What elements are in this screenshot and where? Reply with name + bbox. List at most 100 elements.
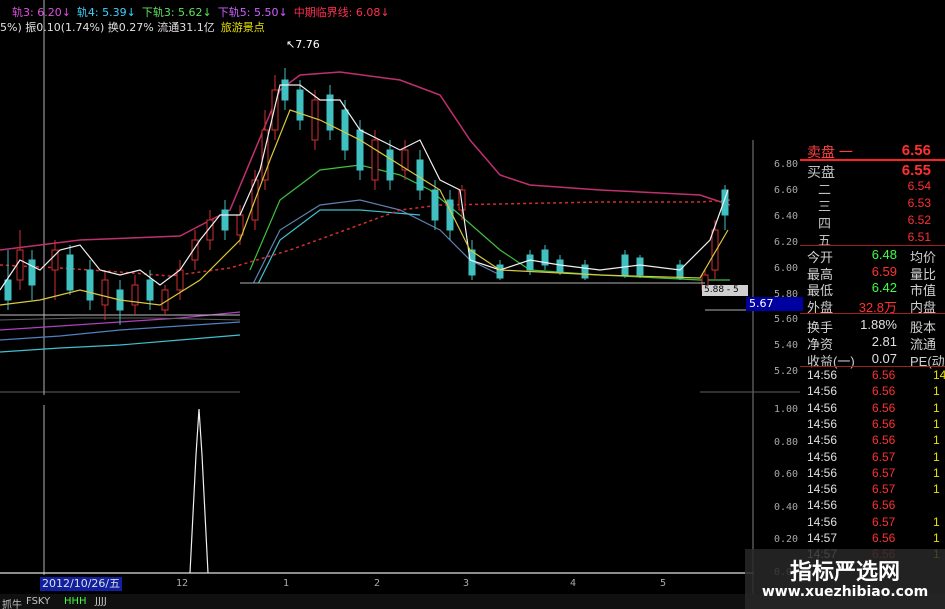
indicator-tab[interactable]: 抓牛 <box>2 596 22 609</box>
order-book-price: 6.54 <box>907 179 931 193</box>
oscillator-axis-tick: 1.00 <box>774 404 799 415</box>
chart-blank-area <box>240 283 700 393</box>
tick-volume: 1 <box>933 482 940 497</box>
tick-time: 14:56 <box>807 416 838 431</box>
watermark-title: 指标严选网 <box>789 560 900 585</box>
candle-body <box>621 254 629 276</box>
panel-divider <box>800 245 945 246</box>
tick-price: 6.56 <box>872 400 896 415</box>
quote-stat-value: 2.81 <box>871 334 897 349</box>
tick-volume: 1 <box>933 449 940 464</box>
price-axis-tick: 6.80 <box>774 159 799 170</box>
tick-trade-row: 14:56 6.56 14 <box>800 368 945 384</box>
candle-body <box>4 279 12 301</box>
tick-volume: 14 <box>933 368 945 382</box>
order-book-price: 6.51 <box>907 230 931 244</box>
tick-price: 6.56 <box>872 384 896 399</box>
indicator-tab[interactable]: FSKY <box>26 596 50 607</box>
indicator-tab[interactable]: HHH <box>64 596 87 607</box>
time-axis-tick: 1 <box>283 578 290 589</box>
tick-price: 6.56 <box>872 531 896 545</box>
tick-time: 14:56 <box>807 482 838 497</box>
current-price-flag-gray: 5.88 - 5 <box>702 285 748 296</box>
candle-body <box>146 279 154 301</box>
price-axis-tick: 6.20 <box>774 236 799 248</box>
quote-panel: 卖盘 一 6.56 买盘 6.55 二 6.54 三 6.53 四 6.52 五 6.51 今开 6.48… <box>800 140 945 570</box>
candle-body <box>386 149 394 181</box>
tick-time: 14:56 <box>807 384 838 399</box>
candle-body <box>16 249 24 281</box>
tick-volume: 1 <box>933 531 940 545</box>
tick-time: 14:56 <box>807 498 838 513</box>
quote-stat-row: 外盘 32.8万 内盘 <box>800 297 945 315</box>
quote-stat-row: 换手 1.88% 股本 <box>800 317 945 335</box>
candle-body <box>341 109 349 151</box>
order-book-level-row: 四 6.52 <box>800 213 945 231</box>
tick-time: 14:56 <box>807 449 838 464</box>
price-axis-tick: 5.40 <box>774 340 799 352</box>
candle-body <box>468 249 476 276</box>
quote-stat-row: 今开 6.48 均价 <box>800 247 945 265</box>
quote-stat-value: 1.88% <box>860 317 897 332</box>
tick-price: 6.56 <box>872 433 896 448</box>
tick-time: 14:56 <box>807 514 838 529</box>
tick-trade-row: 14:56 6.57 1 <box>800 450 945 466</box>
candle-body <box>221 209 229 231</box>
candle-body <box>636 257 644 276</box>
tick-time: 14:57 <box>807 531 838 545</box>
tick-price: 6.57 <box>872 449 896 464</box>
oscillator-axis-tick: 0.40 <box>774 501 799 513</box>
site-watermark: 指标严选网 www.xuezhibiao.com <box>745 549 945 609</box>
oscillator-axis-tick: 0.60 <box>774 469 799 480</box>
quote-stat-value: 6.48 <box>871 247 897 262</box>
candle-body <box>101 279 109 306</box>
indicator-tab[interactable]: JJJJ <box>95 596 107 607</box>
tick-price: 6.57 <box>872 482 896 497</box>
candle-body <box>236 214 244 236</box>
tick-trade-row: 14:56 6.57 1 <box>800 515 945 531</box>
order-book-sell-row: 卖盘 一 6.56 <box>800 142 945 160</box>
candle-body <box>581 264 589 279</box>
tick-time: 14:56 <box>807 400 838 415</box>
tick-volume: 1 <box>933 465 940 480</box>
order-book-price: 6.53 <box>907 196 931 210</box>
mid-critical-line <box>0 199 731 277</box>
order-book-level-row: 二 6.54 <box>800 179 945 197</box>
watermark-url: www.xuezhibiao.com <box>761 584 929 600</box>
sell-buy-divider <box>800 159 945 161</box>
tick-trade-row: 14:56 6.56 1 <box>800 384 945 400</box>
candle-body <box>496 264 504 279</box>
quote-stat-value: 6.42 <box>871 280 897 295</box>
candle-body <box>66 254 74 291</box>
oscillator-chart[interactable] <box>0 395 800 595</box>
price-axis-tick: 5.60 <box>774 314 799 326</box>
tick-trade-row: 14:57 6.56 1 <box>800 531 945 547</box>
price-axis-tick: 6.00 <box>774 262 799 274</box>
time-axis-tick: 2 <box>374 578 381 589</box>
candle-body <box>281 79 289 101</box>
candle-body <box>711 229 719 271</box>
order-book-price: 6.55 <box>901 162 931 179</box>
quote-stat-row: 收益(一) 0.07 PE(动 <box>800 351 945 369</box>
candle-body <box>176 269 184 291</box>
candle-body <box>371 139 379 181</box>
tick-volume: 1 <box>933 514 940 529</box>
tick-time: 14:56 <box>807 433 838 448</box>
time-axis-tick: 3 <box>463 578 470 589</box>
tick-trade-row: 14:56 6.56 1 <box>800 433 945 449</box>
order-book-buy-row: 买盘 6.55 <box>800 162 945 180</box>
price-axis-tick: 6.60 <box>774 184 799 196</box>
tick-trade-row: 14:56 6.57 1 <box>800 482 945 498</box>
tick-trade-row: 14:56 6.57 1 <box>800 466 945 482</box>
time-axis-tick: 5 <box>660 578 667 589</box>
kline-chart[interactable] <box>0 0 800 395</box>
candle-body <box>526 254 534 271</box>
candle-body <box>356 129 364 171</box>
tick-price: 6.57 <box>872 514 896 529</box>
quote-stat-row: 最低 6.42 市值 <box>800 280 945 298</box>
ma-line-white <box>0 84 729 291</box>
tick-price: 6.56 <box>872 368 896 382</box>
order-book-level-row: 三 6.53 <box>800 196 945 214</box>
date-cursor-label: 2012/10/26/五 <box>40 577 123 591</box>
oscillator-spike <box>189 408 209 574</box>
